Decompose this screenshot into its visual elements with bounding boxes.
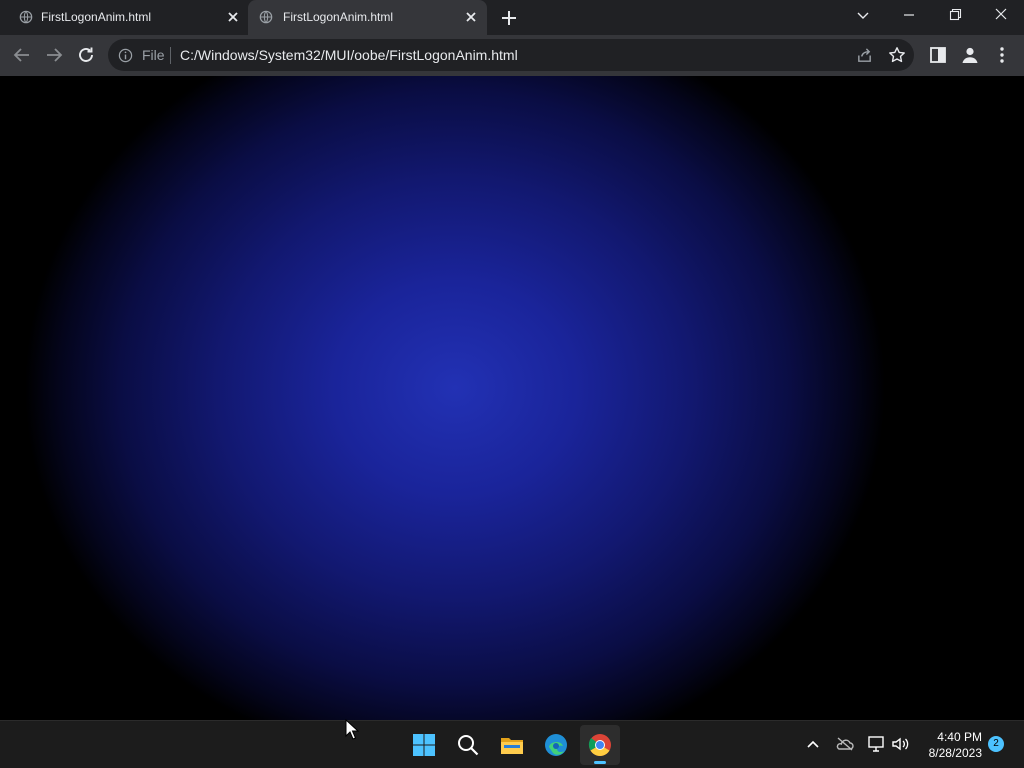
minimize-icon[interactable] <box>897 6 921 26</box>
profile-icon[interactable] <box>959 44 981 66</box>
edge-button[interactable] <box>536 725 576 765</box>
search-icon <box>458 735 479 756</box>
onedrive-offline-icon[interactable] <box>835 734 855 754</box>
chevron-up-icon[interactable] <box>803 734 823 754</box>
bookmark-star-icon[interactable] <box>888 46 906 64</box>
tab-inactive[interactable]: FirstLogonAnim.html <box>8 0 248 35</box>
globe-icon <box>19 10 33 24</box>
windows-start-icon <box>413 734 435 756</box>
reload-icon[interactable] <box>75 44 97 66</box>
notification-badge[interactable]: 2 <box>988 736 1004 752</box>
info-icon[interactable] <box>118 48 133 63</box>
page-content-glow <box>0 76 1024 720</box>
back-arrow-icon[interactable] <box>11 44 33 66</box>
share-icon[interactable] <box>856 47 873 64</box>
tab-search-chevron-icon[interactable] <box>851 6 875 26</box>
clock[interactable]: 4:40 PM 8/28/2023 <box>918 729 982 761</box>
taskbar: 4:40 PM 8/28/2023 <box>0 720 1024 768</box>
close-icon[interactable] <box>464 10 478 24</box>
address-bar[interactable]: File C:/Windows/System32/MUI/oobe/FirstL… <box>108 39 914 71</box>
chrome-icon <box>588 734 611 756</box>
network-icon[interactable] <box>866 734 886 754</box>
more-menu-icon[interactable] <box>991 44 1013 66</box>
folder-icon <box>501 738 523 754</box>
close-icon[interactable] <box>226 10 240 24</box>
file-explorer-button[interactable] <box>492 725 532 765</box>
tab-title: FirstLogonAnim.html <box>283 10 394 24</box>
close-window-icon[interactable] <box>989 6 1013 26</box>
edge-icon <box>545 734 567 756</box>
url-scheme-label: File <box>142 47 165 63</box>
new-tab-icon[interactable] <box>499 8 519 28</box>
tab-title: FirstLogonAnim.html <box>41 10 152 24</box>
clock-time: 4:40 PM <box>937 730 982 744</box>
start-button[interactable] <box>404 725 444 765</box>
globe-icon <box>259 10 273 24</box>
volume-icon[interactable] <box>890 734 910 754</box>
mouse-cursor-icon <box>345 719 359 740</box>
chrome-button[interactable] <box>580 725 620 765</box>
clock-date: 8/28/2023 <box>928 746 982 760</box>
url-text[interactable]: C:/Windows/System32/MUI/oobe/FirstLogonA… <box>180 47 518 63</box>
tab-active[interactable]: FirstLogonAnim.html <box>248 0 487 35</box>
active-app-indicator <box>594 761 606 764</box>
browser-toolbar: File C:/Windows/System32/MUI/oobe/FirstL… <box>0 35 1024 76</box>
restore-icon[interactable] <box>943 6 967 26</box>
search-button[interactable] <box>448 725 488 765</box>
side-panel-icon[interactable] <box>927 44 949 66</box>
forward-arrow-icon[interactable] <box>43 44 65 66</box>
omnibox-divider <box>170 47 171 64</box>
tab-strip: FirstLogonAnim.html FirstLogonAnim.html <box>0 0 1024 35</box>
